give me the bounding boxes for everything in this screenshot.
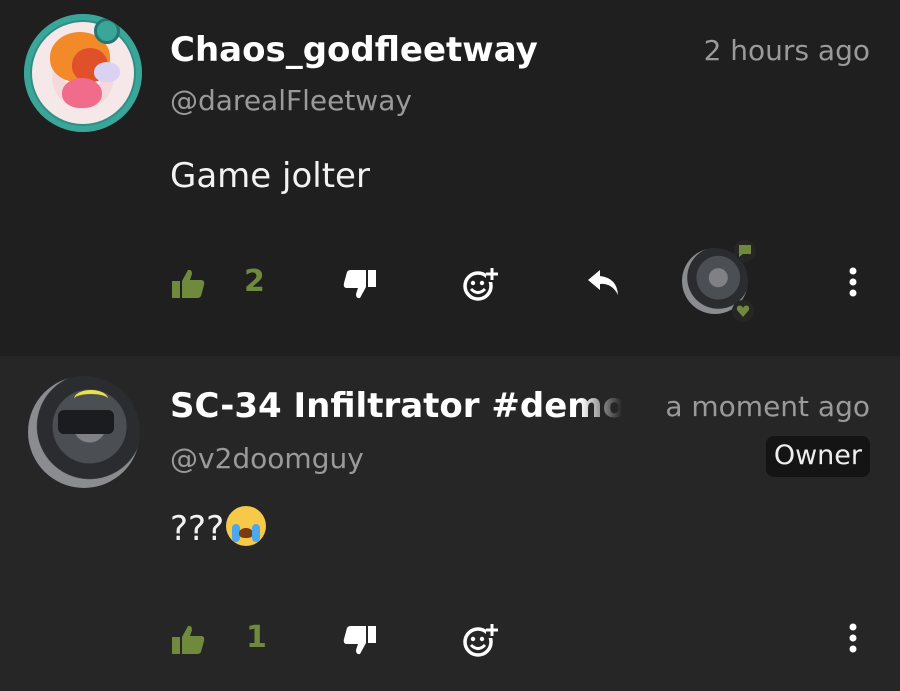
add-reaction-icon[interactable] — [460, 264, 500, 304]
comment-item: SC-34 Infiltrator #demo @v2doomguy a mom… — [0, 356, 900, 691]
comment-text: ??? — [170, 509, 225, 549]
author-handle[interactable]: @darealFleetway — [170, 84, 412, 117]
reply-icon[interactable] — [586, 268, 622, 298]
thumbs-up-icon[interactable] — [170, 266, 206, 302]
like-count: 2 — [244, 264, 265, 299]
owner-badge: Owner — [765, 436, 870, 477]
thumbs-up-icon[interactable] — [170, 622, 206, 658]
avatar[interactable] — [24, 14, 142, 132]
heart-icon — [732, 300, 754, 322]
timestamp: 2 hours ago — [703, 34, 870, 67]
timestamp: a moment ago — [665, 390, 870, 423]
chat-bubble-icon — [734, 240, 756, 262]
more-options-icon[interactable] — [840, 264, 866, 300]
author-name[interactable]: SC-34 Infiltrator #demo — [170, 386, 630, 426]
like-count: 1 — [246, 620, 267, 655]
comment-text: Game jolter — [170, 156, 370, 196]
frog-badge-icon — [94, 18, 120, 44]
comment-item: Chaos_godfleetway @darealFleetway 2 hour… — [0, 0, 900, 356]
crying-face-emoji-icon — [226, 506, 267, 546]
thumbs-down-icon[interactable] — [342, 266, 378, 302]
avatar[interactable] — [28, 376, 140, 488]
author-handle[interactable]: @v2doomguy — [170, 442, 364, 475]
comment-text-row: ??? — [170, 506, 267, 549]
add-reaction-icon[interactable] — [460, 620, 500, 660]
more-options-icon[interactable] — [840, 620, 866, 656]
thumbs-down-icon[interactable] — [342, 622, 378, 658]
comment-feed: Chaos_godfleetway @darealFleetway 2 hour… — [0, 0, 900, 691]
author-name[interactable]: Chaos_godfleetway — [170, 30, 538, 70]
